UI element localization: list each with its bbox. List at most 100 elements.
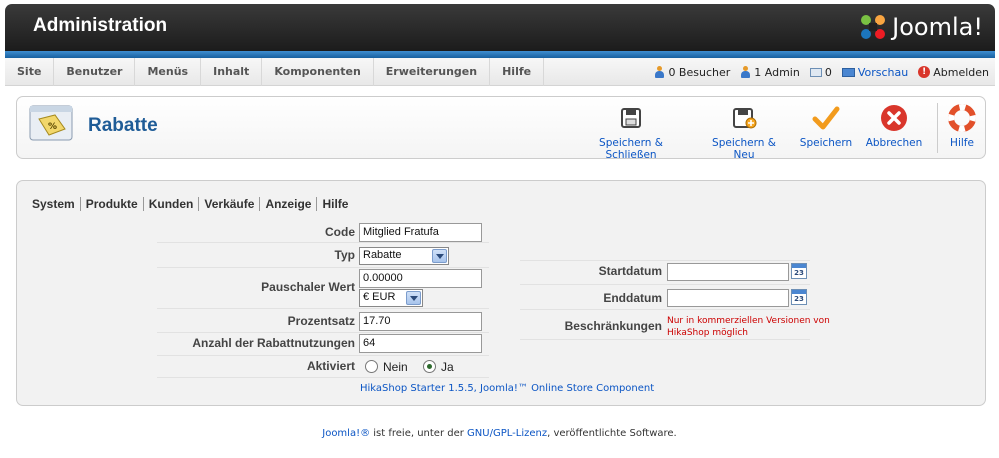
start-date-input[interactable] [667, 263, 789, 281]
messages-icon [809, 67, 822, 77]
main-menu: Site Benutzer Menüs Inhalt Komponenten E… [5, 58, 545, 86]
chevron-down-icon [432, 249, 447, 263]
row-divider [520, 284, 810, 285]
row-divider [520, 260, 810, 261]
tab-products[interactable]: Produkte [81, 197, 144, 211]
chevron-down-icon [406, 291, 421, 305]
restrictions-note-line-2: HikaShop möglich [667, 328, 748, 338]
menu-item-extensions[interactable]: Erweiterungen [374, 58, 491, 86]
flat-value-input[interactable]: 0.00000 [359, 269, 482, 288]
discount-tag-icon: % [29, 105, 73, 141]
save-button[interactable]: Speichern [796, 103, 856, 153]
lifebuoy-icon [948, 104, 976, 132]
row-divider [520, 339, 810, 340]
tab-display[interactable]: Anzeige [260, 197, 318, 211]
help-button[interactable]: Hilfe [945, 103, 979, 153]
admin-header: Administration Joomla! [5, 4, 995, 52]
footer-text-2: , veröffentlichte Software. [547, 428, 677, 439]
end-date-label: Enddatum [603, 291, 662, 305]
help-label: Hilfe [950, 137, 974, 149]
currency-select-value: € EUR [363, 291, 396, 303]
messages-status[interactable]: 0 [809, 65, 832, 79]
end-date-input[interactable] [667, 289, 789, 307]
cancel-icon [881, 105, 907, 131]
restrictions-note-line-1: Nur in kommerziellen Versionen von [667, 316, 830, 326]
logout-label: Abmelden [933, 65, 989, 79]
percent-label: Prozentsatz [287, 314, 355, 328]
menu-item-site[interactable]: Site [5, 58, 55, 86]
menu-item-users[interactable]: Benutzer [54, 58, 136, 86]
admins-icon [740, 66, 751, 78]
form-tabs: System Produkte Kunden Verkäufe Anzeige … [32, 197, 353, 211]
menu-item-help[interactable]: Hilfe [490, 58, 545, 86]
row-divider [157, 377, 489, 378]
active-yes-radio[interactable] [423, 360, 436, 373]
messages-count: 0 [824, 65, 832, 79]
tab-customers[interactable]: Kunden [144, 197, 200, 211]
status-area: 0 Besucher 1 Admin 0 Vorschau ! Abmelden [654, 58, 989, 86]
discount-form-panel: System Produkte Kunden Verkäufe Anzeige … [16, 180, 986, 406]
save-close-label: Speichern & Schließen [599, 137, 663, 161]
visitors-count: 0 Besucher [668, 65, 731, 79]
logout-link[interactable]: ! Abmelden [918, 66, 989, 79]
type-select[interactable]: Rabatte [359, 247, 449, 265]
code-input[interactable]: Mitglied Fratufa [359, 223, 482, 242]
tab-system[interactable]: System [32, 197, 81, 211]
save-close-button[interactable]: Speichern & Schließen [573, 103, 689, 161]
currency-select[interactable]: € EUR [359, 289, 423, 307]
visitors-status: 0 Besucher [654, 66, 730, 79]
row-divider [157, 308, 489, 309]
save-new-label: Speichern & Neu [712, 137, 776, 161]
row-divider [157, 355, 489, 356]
calendar-icon[interactable]: 23 [791, 289, 807, 305]
active-no-label: Nein [383, 360, 408, 374]
hikashop-credit-link[interactable]: HikaShop Starter 1.5.5, Joomla!™ Online … [360, 383, 654, 394]
row-divider [157, 242, 489, 243]
footer-license-link[interactable]: GNU/GPL-Lizenz [467, 428, 547, 439]
footer: Joomla!® ist freie, unter der GNU/GPL-Li… [0, 428, 999, 439]
admins-status: 1 Admin [740, 66, 800, 79]
active-label: Aktiviert [306, 359, 355, 373]
admins-count: 1 Admin [754, 65, 800, 79]
header-accent-bar [5, 51, 995, 58]
joomla-logo-text: Joomla! [892, 13, 983, 41]
checkmark-icon [812, 106, 840, 130]
header-title: Administration [33, 15, 168, 36]
tab-help[interactable]: Hilfe [317, 197, 353, 211]
logout-icon: ! [918, 66, 931, 78]
tab-sales[interactable]: Verkäufe [199, 197, 261, 211]
flat-value-label: Pauschaler Wert [261, 280, 355, 294]
footer-text-1: ist freie, unter der [370, 428, 468, 439]
type-label: Typ [334, 248, 355, 262]
joomla-logo: Joomla! [858, 12, 983, 42]
save-label: Speichern [799, 137, 853, 149]
row-divider [157, 267, 489, 268]
page-title: Rabatte [88, 115, 158, 136]
preview-icon [841, 67, 855, 77]
menu-item-content[interactable]: Inhalt [201, 58, 263, 86]
save-new-button[interactable]: Speichern & Neu [700, 103, 788, 161]
visitors-icon [654, 66, 665, 78]
footer-joomla-link[interactable]: Joomla!® [322, 428, 370, 439]
active-no-radio[interactable] [365, 360, 378, 373]
menu-item-menus[interactable]: Menüs [135, 58, 202, 86]
active-yes-label: Ja [441, 360, 454, 374]
admin-menubar: Site Benutzer Menüs Inhalt Komponenten E… [5, 58, 995, 86]
cancel-button[interactable]: Abbrechen [863, 103, 925, 153]
menu-item-components[interactable]: Komponenten [262, 58, 374, 86]
start-date-label: Startdatum [598, 264, 662, 278]
uses-input[interactable]: 64 [359, 334, 482, 353]
preview-link[interactable]: Vorschau [841, 65, 909, 79]
cancel-label: Abbrechen [865, 137, 923, 149]
toolbar-separator [937, 103, 938, 153]
type-select-value: Rabatte [363, 249, 402, 261]
uses-label: Anzahl der Rabattnutzungen [192, 336, 355, 350]
percent-input[interactable]: 17.70 [359, 312, 482, 331]
preview-label: Vorschau [857, 65, 909, 79]
toolbar-box: % Rabatte Speichern & Schließen Speicher… [16, 96, 986, 161]
code-label: Code [325, 225, 355, 239]
row-divider [157, 332, 489, 333]
calendar-icon[interactable]: 23 [791, 263, 807, 279]
svg-text:%: % [48, 122, 57, 132]
save-close-icon [621, 108, 641, 128]
